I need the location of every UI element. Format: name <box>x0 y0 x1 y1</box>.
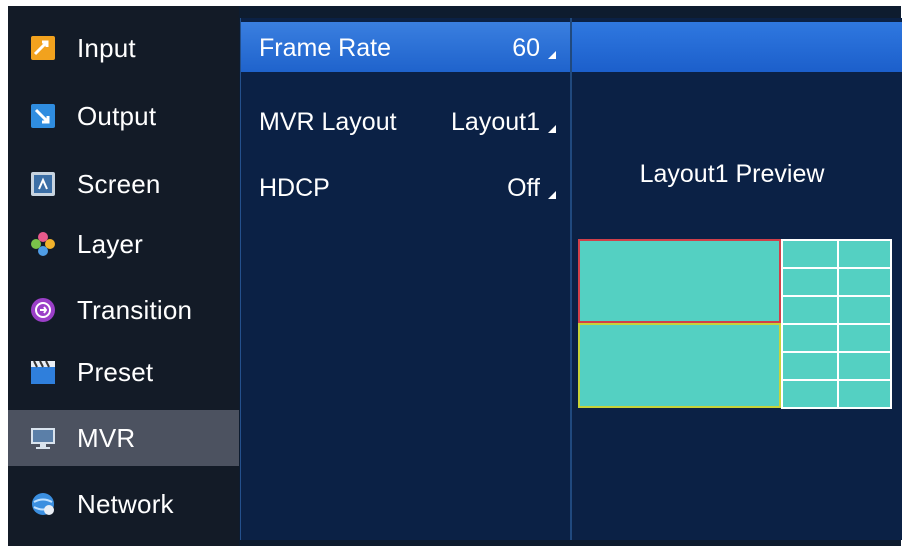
mvr-cell <box>837 267 892 297</box>
layout-preview-panel: Layout1 Preview <box>570 18 902 540</box>
mvr-cell <box>837 379 892 409</box>
pgm-pane <box>578 239 781 323</box>
dropdown-arrow-icon <box>548 125 556 133</box>
mvr-cell <box>837 239 892 269</box>
dropdown-arrow-icon <box>548 51 556 59</box>
input-icon <box>30 35 56 61</box>
sidebar-item-label: Preset <box>77 356 154 387</box>
mvr-cell <box>781 379 839 409</box>
preset-icon <box>30 359 56 385</box>
mvr-cell <box>781 323 839 353</box>
mvr-icon <box>30 425 56 451</box>
sidebar-item-label: Input <box>77 32 136 63</box>
mvr-layout-value[interactable]: Layout1 <box>451 108 540 137</box>
sidebar-item-label: Layer <box>77 228 144 259</box>
sidebar-item-mvr[interactable]: MVR <box>8 410 239 466</box>
mvr-cell <box>781 295 839 325</box>
sidebar-item-transition[interactable]: Transition <box>8 282 239 338</box>
sidebar-item-label: MVR <box>77 422 136 453</box>
sidebar-item-label: Screen <box>77 168 161 199</box>
mvr-cell <box>837 351 892 381</box>
mvr-cell <box>781 351 839 381</box>
sidebar-item-preset[interactable]: Preset <box>8 344 239 400</box>
frame-rate-row[interactable]: Frame Rate 60 <box>241 22 570 72</box>
hdcp-value[interactable]: Off <box>507 174 540 203</box>
hdcp-label: HDCP <box>259 174 330 202</box>
sidebar-item-label: Network <box>77 488 174 519</box>
frame-rate-value[interactable]: 60 <box>512 34 540 63</box>
mvr-cell <box>837 323 892 353</box>
hdcp-row[interactable]: HDCP Off <box>241 162 570 212</box>
mvr-layout-diagram <box>578 239 894 410</box>
preview-highlight-bar <box>572 22 902 72</box>
preview-title: Layout1 Preview <box>639 160 825 188</box>
sidebar-menu: Input Output Screen Layer Transition Pre… <box>8 6 239 546</box>
mvr-layout-label: MVR Layout <box>259 108 397 136</box>
layer-icon <box>30 231 56 257</box>
screen-icon <box>30 171 56 197</box>
sidebar-item-screen[interactable]: Screen <box>8 156 239 212</box>
network-icon <box>30 491 56 517</box>
mvr-cell <box>781 267 839 297</box>
mvr-layout-row[interactable]: MVR Layout Layout1 <box>241 96 570 146</box>
frame-rate-label: Frame Rate <box>259 34 391 62</box>
pvw-pane <box>578 323 781 408</box>
mvr-cell <box>837 295 892 325</box>
sidebar-item-label: Transition <box>77 294 193 325</box>
sidebar-item-output[interactable]: Output <box>8 88 239 144</box>
sidebar-item-network[interactable]: Network <box>8 476 239 532</box>
dropdown-arrow-icon <box>548 191 556 199</box>
transition-icon <box>30 297 56 323</box>
sidebar-item-label: Output <box>77 100 157 131</box>
mvr-cell <box>781 239 839 269</box>
mvr-settings-panel: Frame Rate 60 MVR Layout Layout1 HDCP Of… <box>240 18 570 540</box>
sidebar-item-layer[interactable]: Layer <box>8 216 239 272</box>
sidebar-item-input[interactable]: Input <box>8 20 239 76</box>
output-icon <box>30 103 56 129</box>
